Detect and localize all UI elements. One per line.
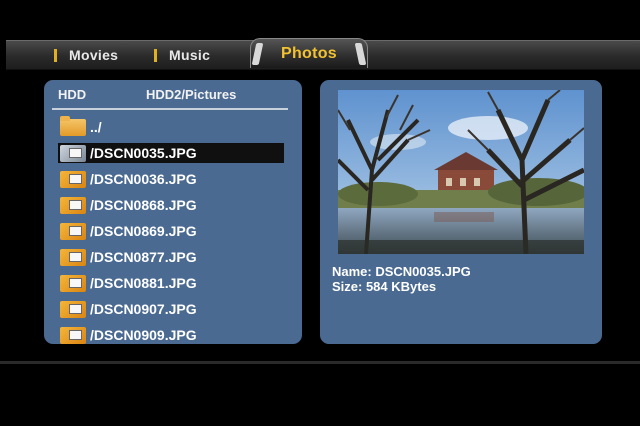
file-list-item[interactable]: /DSCN0868.JPG <box>60 192 286 218</box>
file-list: ../ /DSCN0035.JPG /DSCN0036.JPG /DSCN086… <box>58 114 286 348</box>
tab-movies[interactable]: Movies <box>54 41 118 69</box>
file-name: /DSCN0036.JPG <box>90 171 197 187</box>
tab-movies-label: Movies <box>69 47 119 63</box>
file-name: ../ <box>90 119 102 135</box>
folder-up-icon <box>60 116 86 136</box>
photo-file-icon <box>60 171 86 188</box>
tab-marker <box>54 48 57 62</box>
photo-file-icon <box>60 223 86 240</box>
file-browser-panel: HDD HDD2/Pictures ../ /DSCN0035.JPG /DSC… <box>44 80 302 344</box>
tab-photos[interactable]: Photos <box>250 38 368 68</box>
thumbnail-image <box>338 90 584 254</box>
file-list-item[interactable]: /DSCN0907.JPG <box>60 296 286 322</box>
device-label: HDD <box>58 87 87 102</box>
file-list-item[interactable]: /DSCN0869.JPG <box>60 218 286 244</box>
tab-music-label: Music <box>169 47 211 63</box>
photo-file-icon <box>60 145 86 162</box>
photo-file-icon <box>60 249 86 266</box>
file-list-item-selected[interactable]: /DSCN0035.JPG <box>58 140 286 166</box>
file-list-item-parent[interactable]: ../ <box>60 114 286 140</box>
photo-file-icon <box>60 301 86 318</box>
file-name: /DSCN0035.JPG <box>90 145 197 161</box>
tab-music[interactable]: Music <box>154 41 210 69</box>
photo-file-icon <box>60 197 86 214</box>
file-list-item[interactable]: /DSCN0036.JPG <box>60 166 286 192</box>
tab-marker <box>154 48 157 62</box>
file-name: /DSCN0869.JPG <box>90 223 197 239</box>
file-info: Name: DSCN0035.JPG Size: 584 KBytes <box>332 264 471 294</box>
photo-file-icon <box>60 275 86 292</box>
footer-divider <box>0 361 640 364</box>
file-list-item[interactable]: /DSCN0909.JPG <box>60 322 286 348</box>
browser-header: HDD HDD2/Pictures <box>58 86 288 104</box>
file-name: /DSCN0877.JPG <box>90 249 197 265</box>
preview-panel: Name: DSCN0035.JPG Size: 584 KBytes <box>320 80 602 344</box>
tab-photos-label: Photos <box>280 45 338 62</box>
file-list-item[interactable]: /DSCN0877.JPG <box>60 244 286 270</box>
file-name: /DSCN0881.JPG <box>90 275 197 291</box>
media-player-screen: Movies Music Photos HDD HDD2/Pictures ..… <box>0 0 640 426</box>
file-info-size: Size: 584 KBytes <box>332 279 437 294</box>
file-name: /DSCN0907.JPG <box>90 301 197 317</box>
photo-file-icon <box>60 327 86 344</box>
file-list-item[interactable]: /DSCN0881.JPG <box>60 270 286 296</box>
photo-thumbnail <box>338 90 584 254</box>
header-divider <box>52 108 288 110</box>
file-name: /DSCN0909.JPG <box>90 327 197 343</box>
current-path: HDD2/Pictures <box>146 87 237 102</box>
media-tab-bar: Movies Music Photos <box>6 38 640 70</box>
file-info-name: Name: DSCN0035.JPG <box>332 264 471 279</box>
file-name: /DSCN0868.JPG <box>90 197 197 213</box>
